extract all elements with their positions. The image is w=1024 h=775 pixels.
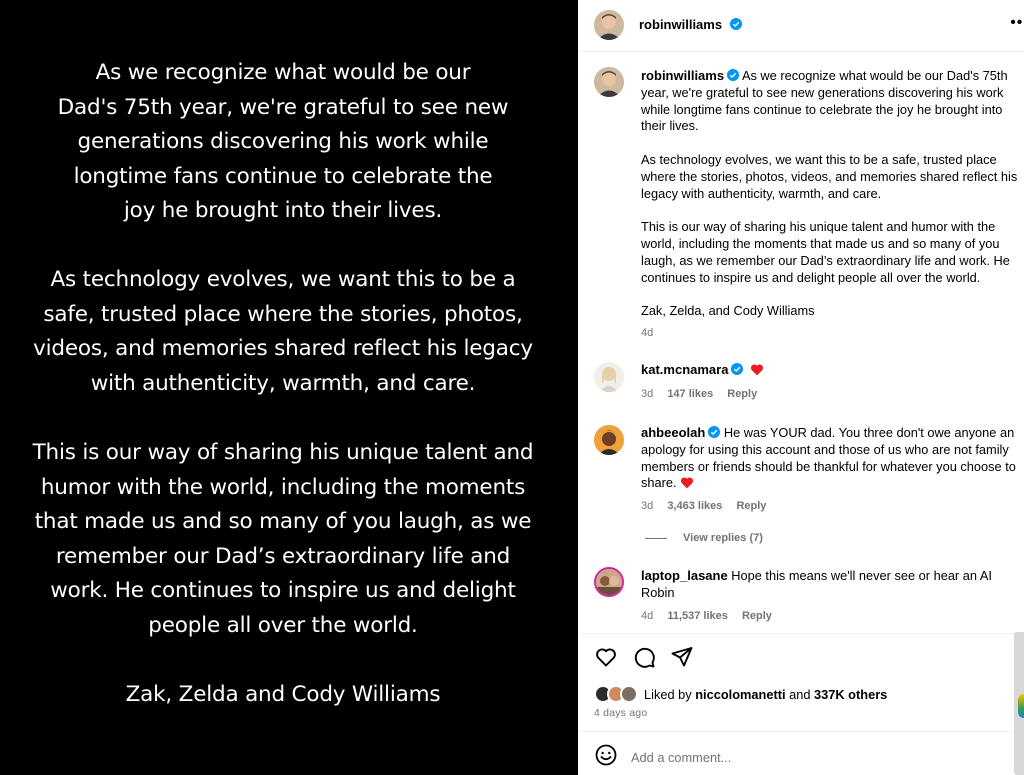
image-line: work. He continues to inspire us and del…: [50, 578, 516, 603]
image-line: As technology evolves, we want this to b…: [50, 267, 516, 292]
image-signature: Zak, Zelda and Cody Williams: [0, 678, 566, 713]
caption: robinwilliams As we recognize what would…: [641, 68, 1019, 320]
avatar-photo: [594, 362, 624, 392]
comment-time[interactable]: 3d: [641, 500, 653, 512]
mini-avatar: [620, 685, 638, 703]
verified-badge-icon: [727, 69, 740, 81]
likes-text: Liked by niccolomanetti and 337K others: [644, 687, 887, 702]
post-timestamp[interactable]: 4 days ago: [594, 707, 647, 719]
add-comment-input[interactable]: [631, 746, 991, 768]
replies-divider: [645, 537, 667, 539]
image-line: joy he brought into their lives.: [123, 198, 443, 223]
image-line: with authenticity, warmth, and care.: [90, 370, 476, 396]
image-line: As we recognize what would be our: [95, 60, 471, 85]
comment-username[interactable]: kat.mcnamara: [641, 362, 728, 377]
view-replies-button[interactable]: View replies (7): [645, 532, 763, 544]
divider: [578, 633, 1024, 634]
red-heart-emoji-icon: [681, 477, 694, 489]
caption-paragraph: Zak, Zelda, and Cody Williams: [641, 303, 815, 319]
image-paragraph-2: As technology evolves, we want this to b…: [0, 263, 566, 401]
comment-username[interactable]: ahbeeolah: [641, 425, 705, 440]
reply-button[interactable]: Reply: [736, 500, 766, 512]
comment-meta: 3d 3,463 likes Reply: [641, 500, 777, 512]
avatar[interactable]: [594, 10, 624, 40]
avatar[interactable]: [594, 67, 624, 97]
comment: laptop_lasane Hope this means we'll neve…: [641, 568, 1019, 602]
caption-username[interactable]: robinwilliams: [641, 68, 724, 83]
reply-button[interactable]: Reply: [742, 610, 772, 622]
more-horizontal-icon[interactable]: •••: [1010, 14, 1024, 32]
image-line: generations discovering his work while: [77, 129, 489, 154]
image-line: safe, trusted place where the stories, p…: [43, 301, 523, 327]
post-side-panel: robinwilliams ••• robinwilliams As we re…: [578, 0, 1024, 775]
header-user: robinwilliams: [639, 16, 742, 34]
divider: [578, 731, 1024, 732]
red-heart-emoji-icon: [750, 364, 764, 376]
image-paragraph-3: This is our way of sharing his unique ta…: [0, 436, 566, 643]
likes-others-link[interactable]: 337K others: [814, 687, 887, 702]
likes-summary: Liked by niccolomanetti and 337K others: [594, 684, 887, 704]
avatar[interactable]: [594, 567, 624, 597]
comment-likes[interactable]: 3,463 likes: [667, 500, 722, 512]
overlay-widget[interactable]: [1014, 632, 1024, 775]
verified-badge-icon: [708, 426, 721, 438]
likes-and: and: [789, 686, 811, 702]
image-line: videos, and memories shared reflect his …: [33, 336, 533, 361]
liked-by-avatars[interactable]: [594, 684, 644, 704]
image-line: people all over the world.: [148, 612, 418, 638]
reply-button[interactable]: Reply: [727, 388, 757, 400]
emoji-smile-icon[interactable]: [594, 743, 618, 767]
image-line: This is our way of sharing his unique ta…: [32, 440, 534, 465]
widget-logo-icon: [1018, 694, 1024, 718]
action-bar: [594, 645, 694, 669]
add-comment-bar: [578, 741, 1024, 775]
comment-bubble-icon[interactable]: [632, 645, 656, 669]
post-image: As we recognize what would be our Dad's …: [0, 0, 578, 775]
image-line: humor with the world, including the mome…: [40, 474, 526, 500]
avatar[interactable]: [594, 425, 624, 455]
avatar-photo: [596, 569, 622, 595]
verified-badge-icon: [729, 18, 742, 30]
comment-username[interactable]: laptop_lasane: [641, 568, 728, 583]
post-header: robinwilliams •••: [578, 0, 1024, 52]
caption-paragraph: As technology evolves, we want this to b…: [641, 151, 1018, 201]
comment-time[interactable]: 4d: [641, 610, 653, 622]
image-paragraph-1: As we recognize what would be our Dad's …: [0, 56, 566, 229]
avatar[interactable]: [594, 362, 624, 392]
caption-time[interactable]: 4d: [641, 327, 653, 339]
comment-time[interactable]: 3d: [641, 388, 653, 400]
avatar-photo: [594, 10, 624, 40]
comment-likes[interactable]: 147 likes: [667, 388, 713, 400]
avatar-photo: [594, 67, 624, 97]
comment: ahbeeolah He was YOUR dad. You three don…: [641, 425, 1019, 492]
image-line: remember our Dad’s extraordinary life an…: [55, 543, 511, 569]
liked-by-user-link[interactable]: niccolomanetti: [695, 687, 785, 702]
view-replies-label: View replies (7): [683, 532, 763, 544]
like-heart-icon[interactable]: [594, 645, 618, 669]
image-line: Zak, Zelda and Cody Williams: [125, 682, 441, 707]
comment-likes[interactable]: 11,537 likes: [667, 610, 728, 622]
share-paper-plane-icon[interactable]: [670, 645, 694, 669]
avatar-photo: [594, 425, 624, 455]
verified-badge-icon: [731, 363, 744, 375]
username-link[interactable]: robinwilliams: [639, 17, 722, 32]
image-line: longtime fans continue to celebrate the: [73, 163, 493, 189]
likes-prefix: Liked by: [644, 686, 692, 702]
comment-meta: 3d 147 likes Reply: [641, 388, 768, 400]
caption-paragraph: This is our way of sharing his unique ta…: [641, 219, 1010, 285]
caption-meta: 4d: [641, 327, 664, 339]
comment: kat.mcnamara: [641, 362, 1019, 379]
image-line: that made us and so many of you laugh, a…: [34, 509, 532, 534]
image-line: Dad's 75th year, we're grateful to see n…: [57, 94, 509, 120]
comment-meta: 4d 11,537 likes Reply: [641, 610, 783, 622]
